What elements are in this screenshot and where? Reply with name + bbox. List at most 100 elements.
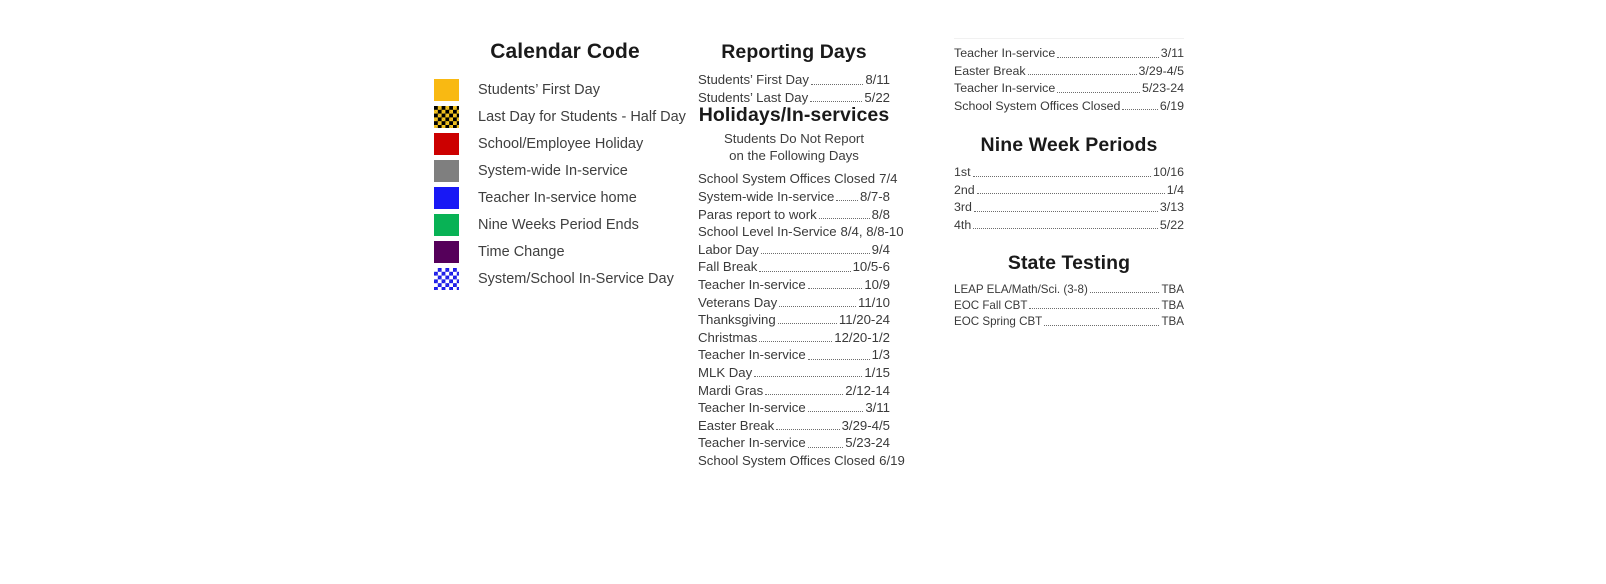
- nine-week-periods-panel: Nine Week Periods 1st 10/16 2nd 1/4 3rd 3/13 4…: [954, 134, 1184, 231]
- legend-item: School/Employee Holiday: [434, 130, 696, 157]
- leader-row-value: 10/5-6: [852, 259, 890, 275]
- legend-item: System/School In-Service Day: [434, 265, 696, 292]
- holidays-inservices-panel: Holidays/In-services Students Do Not Rep…: [698, 104, 905, 467]
- leader-row: School System Offices Closed 6/19: [954, 95, 1184, 113]
- leader-dots: [760, 252, 870, 254]
- swatch-time-change: [434, 240, 459, 263]
- holidays-rows: School System Offices Closed 7/4 System-wi…: [698, 168, 905, 467]
- leader-row: 3rd 3/13: [954, 196, 1184, 214]
- leader-row-label: Students’ Last Day: [698, 89, 809, 105]
- legend-item-label: Teacher In-service home: [478, 189, 637, 206]
- leader-dots: [759, 340, 833, 342]
- leader-row-value: 11/20-24: [838, 312, 890, 328]
- leader-row-label: Fall Break: [698, 259, 758, 275]
- leader-row-value: 8/8: [871, 206, 890, 222]
- leader-row-label: Christmas: [698, 329, 758, 345]
- leader-row: Teacher In-service 5/23-24: [698, 432, 890, 449]
- legend-item: Nine Weeks Period Ends: [434, 211, 696, 238]
- leader-row: 2nd 1/4: [954, 179, 1184, 196]
- leader-dots: [818, 217, 870, 219]
- legend-item-label: Students’ First Day: [478, 81, 600, 98]
- leader-row-label: School System Offices Closed: [954, 98, 1121, 113]
- legend-item-label: Nine Weeks Period Ends: [478, 216, 639, 233]
- leader-row-value: 9/4: [871, 241, 890, 257]
- leader-row-value: 5/23-24: [1141, 81, 1184, 96]
- leader-row-value: 12/20-1/2: [834, 329, 890, 345]
- leader-row-value: 8/4, 8/8-10: [840, 224, 904, 240]
- leader-row-label: 3rd: [954, 200, 972, 215]
- state-testing-title: State Testing: [1007, 252, 1131, 274]
- legend-item: Time Change: [434, 238, 696, 265]
- leader-row-value: 7/4: [879, 171, 898, 187]
- leader-row-value: 5/22: [864, 89, 890, 105]
- reporting-days-title: Reporting Days: [721, 41, 867, 63]
- leader-row: Students’ Last Day 5/22: [698, 87, 890, 105]
- leader-row-value: 10/9: [864, 276, 890, 292]
- column-divider: [954, 38, 1184, 39]
- swatch-system-school-inservice-day: [434, 267, 459, 290]
- leader-dots: [807, 411, 864, 413]
- swatch-school-employee-holiday: [434, 132, 459, 155]
- leader-row: School System Offices Closed 6/19: [698, 450, 905, 467]
- leader-row-value: 8/7-8: [859, 188, 890, 204]
- leader-row: MLK Day 1/15: [698, 362, 890, 380]
- reporting-days-rows: Students’ First Day 8/11 Students’ Last Da…: [698, 69, 890, 104]
- legend-item: Teacher In-service home: [434, 184, 696, 211]
- leader-row-value: 3/11: [865, 400, 890, 416]
- leader-row: Paras report to work 8/8: [698, 203, 890, 222]
- leader-row-value: 6/19: [1159, 98, 1184, 113]
- leader-dots: [1057, 91, 1140, 93]
- leader-row: Easter Break 3/29-4/5: [698, 414, 890, 432]
- leader-row: Fall Break 10/5-6: [698, 256, 890, 275]
- leader-dots: [1089, 292, 1160, 294]
- leader-dots: [754, 376, 863, 378]
- swatch-nine-weeks-period-ends: [434, 213, 459, 236]
- legend-item: Last Day for Students - Half Day: [434, 103, 696, 130]
- leader-row-value: TBA: [1161, 314, 1184, 328]
- nine-week-periods-rows: 1st 10/16 2nd 1/4 3rd 3/13 4th 5/22: [954, 161, 1184, 231]
- swatch-system-wide-inservice: [434, 159, 459, 182]
- leader-dots: [1122, 109, 1158, 110]
- leader-row: Teacher In-service 1/3: [698, 344, 890, 363]
- leader-row-label: Students’ First Day: [698, 72, 809, 88]
- leader-row-value: TBA: [1161, 282, 1184, 296]
- legend-item-label: Last Day for Students - Half Day: [478, 108, 686, 125]
- holidays-note-line-1: Students Do Not Report: [723, 131, 864, 146]
- leader-row-value: 6/19: [879, 452, 905, 468]
- leader-dots: [1027, 74, 1137, 75]
- leader-row: Christmas 12/20-1/2: [698, 326, 890, 344]
- leader-dots: [1029, 308, 1160, 310]
- leader-row: Teacher In-service 3/11: [954, 42, 1184, 60]
- leader-row: Teacher In-service 3/11: [698, 397, 890, 416]
- leader-row: Teacher In-service 5/23-24: [954, 77, 1184, 95]
- leader-row-value: 10/16: [1152, 165, 1184, 180]
- leader-row-label: MLK Day: [698, 364, 753, 380]
- leader-dots: [777, 323, 837, 325]
- legend-item: System-wide In-service: [434, 157, 696, 184]
- leader-row-label: EOC Spring CBT: [954, 314, 1043, 328]
- calendar-code-title: Calendar Code: [490, 40, 640, 63]
- swatch-last-day-half-day: [434, 105, 459, 128]
- leader-row: 1st 10/16: [954, 161, 1184, 179]
- leader-row-value: 1/3: [871, 347, 890, 363]
- leader-row-label: 4th: [954, 217, 972, 232]
- leader-row: EOC Spring CBT TBA: [954, 311, 1184, 327]
- leader-row-label: EOC Fall CBT: [954, 298, 1028, 312]
- leader-row: LEAP ELA/Math/Sci. (3-8) TBA: [954, 279, 1184, 295]
- leader-row: System-wide In-service 8/7-8: [698, 186, 890, 204]
- leader-row: Mardi Gras 2/12-14: [698, 379, 890, 396]
- nine-week-periods-title: Nine Week Periods: [980, 134, 1158, 156]
- leader-dots: [765, 393, 844, 395]
- leader-row-label: Easter Break: [698, 417, 775, 433]
- calendar-code-panel: Calendar Code Students’ First Day Last Da…: [434, 40, 696, 292]
- legend-item-label: School/Employee Holiday: [478, 135, 644, 152]
- state-testing-panel: State Testing LEAP ELA/Math/Sci. (3-8) TB…: [954, 252, 1184, 328]
- leader-dots: [807, 358, 870, 360]
- leader-row-label: Teacher In-service: [954, 46, 1056, 61]
- leader-row-label: Teacher In-service: [698, 347, 806, 363]
- reporting-days-panel: Reporting Days Students’ First Day 8/11 St…: [698, 41, 890, 104]
- leader-dots: [973, 228, 1158, 229]
- leader-dots: [779, 305, 856, 307]
- leader-row: Labor Day 9/4: [698, 238, 890, 256]
- leader-dots: [976, 193, 1165, 194]
